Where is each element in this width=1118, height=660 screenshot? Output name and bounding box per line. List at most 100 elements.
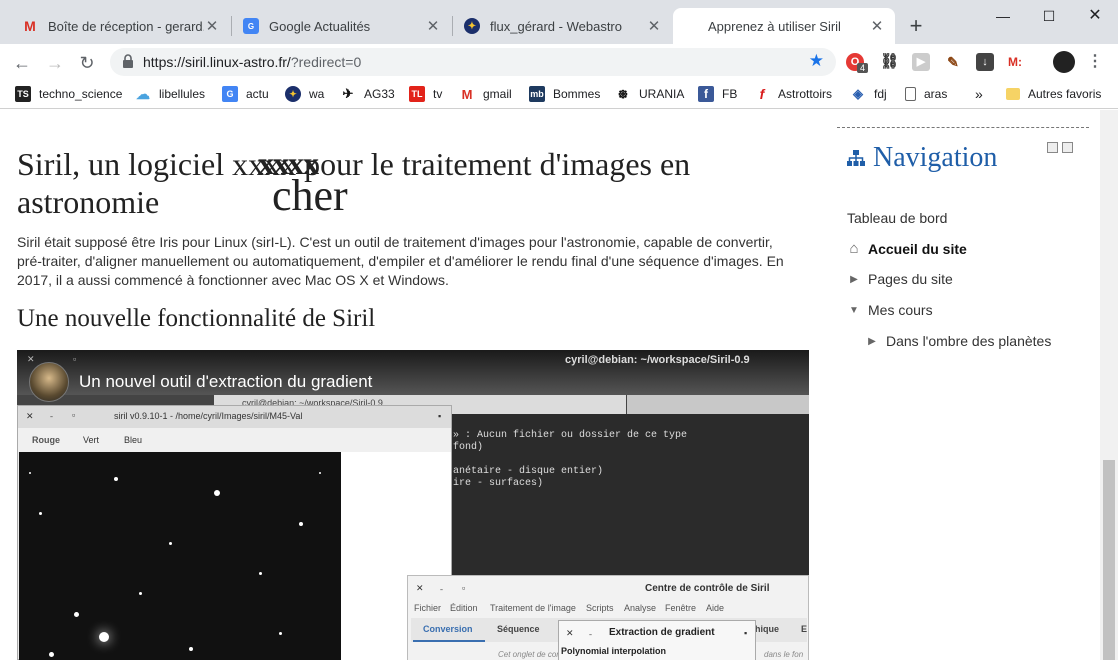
menu-edition: Édition xyxy=(450,603,478,613)
navigation-title: Navigation xyxy=(847,142,997,174)
navigation-block: Navigation Tableau de bord ⌂ Accueil du s… xyxy=(837,127,1089,427)
page-content: Siril, un logiciel xxxx pour le traiteme… xyxy=(0,110,1100,660)
maximize-icon: ▫ xyxy=(462,583,466,593)
bookmark-urania[interactable]: ᪥ URANIA xyxy=(615,85,684,103)
new-tab-button[interactable]: + xyxy=(904,14,928,38)
navigation-title-text: Navigation xyxy=(873,142,998,173)
bookmark-libellules[interactable]: ☁ libellules xyxy=(135,85,205,103)
home-icon: ⌂ xyxy=(849,240,859,257)
video-title[interactable]: Un nouvel outil d'extraction du gradient xyxy=(79,372,372,392)
siril-titlebar: ✕ ˍ ▫ siril v0.9.10-1 - /home/cyril/Imag… xyxy=(18,406,451,428)
block-collapse-icon[interactable] xyxy=(1047,142,1058,153)
minimize-button[interactable]: — xyxy=(980,6,1026,26)
control-note: Cet onglet de con xyxy=(498,650,561,659)
forward-button[interactable]: → xyxy=(42,50,68,76)
star xyxy=(39,512,42,515)
bookmark-fb[interactable]: f FB xyxy=(698,85,737,103)
nav-item-home[interactable]: ⌂ Accueil du site xyxy=(847,240,966,257)
nav-item-my-courses[interactable]: ▼ Mes cours xyxy=(847,302,933,318)
nav-item-site-pages[interactable]: ▶ Pages du site xyxy=(847,271,953,287)
bookmark-label: gmail xyxy=(483,87,512,101)
folder-icon xyxy=(1006,88,1020,100)
menu-icon[interactable]: ⋮ xyxy=(1086,53,1104,71)
siril-image-window: ✕ ˍ ▫ siril v0.9.10-1 - /home/cyril/Imag… xyxy=(17,405,452,660)
paint-extension-icon[interactable]: ✎ xyxy=(944,53,962,71)
close-icon[interactable]: ✕ xyxy=(425,17,441,35)
video-player[interactable]: cyril@debian: ~/workspace/Siril-0.9 » : … xyxy=(17,350,809,660)
bookmark-label: libellules xyxy=(159,87,206,101)
reload-button[interactable]: ↻ xyxy=(74,50,100,76)
menu-analyse: Analyse xyxy=(624,603,657,613)
bookmarks-more-button[interactable]: » xyxy=(975,85,983,103)
nav-item-course[interactable]: ▶ Dans l'ombre des planètes xyxy=(865,333,1051,349)
terminal-line: » : Aucun fichier ou dossier de ce type xyxy=(453,430,688,441)
close-icon[interactable]: ✕ xyxy=(204,17,220,35)
star xyxy=(49,652,54,657)
tab-webastro[interactable]: ✦ flux_gérard - Webastro ✕ xyxy=(454,8,672,44)
star xyxy=(99,632,109,642)
siril-title: siril v0.9.10-1 - /home/cyril/Images/sir… xyxy=(114,411,303,421)
section-heading: Une nouvelle fonctionnalité de Siril xyxy=(17,305,376,332)
close-icon[interactable]: ✕ xyxy=(869,17,885,35)
terminal-title: cyril@debian: ~/workspace/Siril-0.9 xyxy=(565,354,750,366)
nav-item-dashboard[interactable]: Tableau de bord xyxy=(847,210,947,226)
block-dock-icon[interactable] xyxy=(1062,142,1073,153)
star-field-image xyxy=(19,452,341,660)
terminal-line: anétaire - disque entier) xyxy=(453,466,604,477)
channel-avatar[interactable] xyxy=(29,362,69,402)
bookmark-bommes[interactable]: mb Bommes xyxy=(529,85,600,103)
close-icon: ✕ xyxy=(26,411,34,421)
bookmark-label: fdj xyxy=(874,87,887,101)
tab-graphique: hique xyxy=(755,624,779,634)
bookmark-tv[interactable]: TL tv xyxy=(409,85,442,103)
nav-item-label: Pages du site xyxy=(868,271,953,287)
other-bookmarks-folder[interactable]: Autres favoris xyxy=(1006,85,1101,103)
sitemap-icon xyxy=(847,150,865,166)
star xyxy=(114,477,118,481)
bookmark-label: tv xyxy=(433,87,443,101)
page-scrollbar[interactable] xyxy=(1100,110,1118,660)
mega-extension-icon[interactable]: M: xyxy=(1006,53,1024,71)
bookmark-star-icon[interactable]: ★ xyxy=(809,51,824,71)
tab-google-news[interactable]: G Google Actualités ✕ xyxy=(233,8,451,44)
minimize-icon: ˍ xyxy=(440,581,443,591)
intro-paragraph: Siril était supposé être Iris pour Linux… xyxy=(17,234,784,288)
link-extension-icon[interactable]: ⛓ xyxy=(880,53,899,71)
tab-gmail[interactable]: M Boîte de réception - gerard.ar ✕ xyxy=(12,8,230,44)
bookmark-label: URANIA xyxy=(639,87,685,101)
webastro-icon: ✦ xyxy=(464,18,480,34)
nav-item-label: Dans l'ombre des planètes xyxy=(886,333,1052,349)
chevron-down-icon: ▼ xyxy=(849,304,859,316)
play-extension-icon[interactable]: ▶ xyxy=(912,53,930,71)
terminal-line: ire - surfaces) xyxy=(453,478,544,489)
urania-icon: ᪥ xyxy=(618,85,628,101)
profile-avatar[interactable] xyxy=(1053,51,1075,73)
bookmark-astrottoirs[interactable]: f Astrottoirs xyxy=(754,85,832,103)
bookmark-gmail[interactable]: Mgmail xyxy=(459,85,512,103)
scroll-thumb[interactable] xyxy=(1103,460,1115,660)
bookmark-fdj[interactable]: ◈ fdj xyxy=(850,85,887,103)
address-bar[interactable]: https://siril.linux-astro.fr/?redirect=0… xyxy=(110,48,836,76)
menu-traitement: Traitement de l'image xyxy=(490,603,576,613)
star xyxy=(139,592,142,595)
tab-bleu: Bleu xyxy=(124,435,143,445)
bookmark-wa[interactable]: ✦ wa xyxy=(285,85,324,103)
star xyxy=(259,572,262,575)
maximize-button[interactable]: ☐ xyxy=(1026,6,1072,26)
tab-bar: M Boîte de réception - gerard.ar ✕ G Goo… xyxy=(0,0,1118,44)
tab-separator xyxy=(231,16,232,36)
bookmark-aras[interactable]: aras xyxy=(905,85,947,103)
ag33-icon: ✈ xyxy=(342,86,354,101)
download-extension-icon[interactable]: ↓ xyxy=(976,53,994,71)
star xyxy=(29,472,31,474)
bookmark-actu[interactable]: Gactu xyxy=(222,85,269,103)
close-icon[interactable]: ✕ xyxy=(646,17,662,35)
back-button[interactable]: ← xyxy=(9,50,35,76)
tab-siril[interactable]: Apprenez à utiliser Siril ✕ xyxy=(673,8,895,44)
lock-icon xyxy=(123,54,133,68)
close-window-button[interactable]: ✕ xyxy=(1072,6,1118,26)
bookmark-techno-science[interactable]: TS techno_science xyxy=(15,85,122,103)
bookmark-ag33[interactable]: ✈ AG33 xyxy=(340,85,395,103)
control-menu-bar: Fichier Édition Traitement de l'image Sc… xyxy=(408,600,808,618)
facebook-icon: f xyxy=(698,86,714,102)
